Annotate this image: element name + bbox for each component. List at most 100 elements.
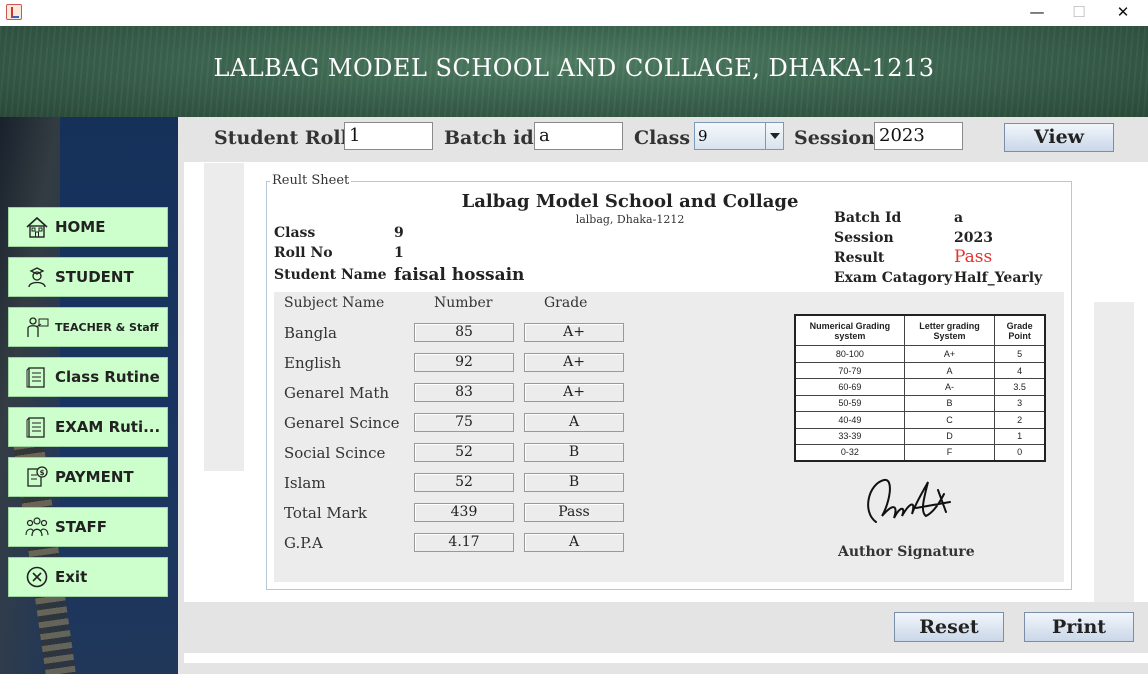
exam-routine-icon [23, 413, 51, 441]
student-name-label: Student Name [274, 267, 387, 283]
grading-cell: 70-79 [794, 361, 905, 380]
sidebar-item-teacher-staff[interactable]: TEACHER & Staff [8, 307, 168, 347]
table-row: 50-59 B 3 [794, 394, 1046, 413]
subject-number: 85 [414, 323, 514, 342]
subject-name-header: Subject Name [284, 295, 385, 311]
subject-grade: A [524, 413, 624, 432]
batch-info-value: a [954, 210, 964, 226]
table-row: 70-79 A 4 [794, 361, 1046, 380]
table-row: 40-49 C 2 [794, 411, 1046, 429]
subject-number: 52 [414, 473, 514, 492]
sidebar-item-class-routine[interactable]: Class Rutine [8, 357, 168, 397]
minimize-button[interactable]: — [1014, 0, 1060, 26]
grading-cell: D [903, 427, 996, 445]
grading-cell: 3.5 [994, 378, 1046, 396]
session-info-label: Session [834, 230, 894, 246]
total-result-value: Pass [524, 503, 624, 522]
subject-number: 52 [414, 443, 514, 462]
subject-name: Genarel Math [284, 384, 390, 402]
grading-cell: F [903, 443, 996, 462]
grading-cell: B [903, 394, 996, 413]
grading-cell: 2 [994, 411, 1046, 429]
subject-number: 92 [414, 353, 514, 372]
subject-grade: B [524, 443, 624, 462]
sidebar-item-label: Exit [55, 568, 88, 586]
banner-title: LALBAG MODEL SCHOOL AND COLLAGE, DHAKA-1… [213, 54, 935, 82]
gpa-label: G.P.A [284, 534, 323, 552]
sidebar-item-label: STAFF [55, 518, 107, 536]
subject-name: Social Scince [284, 444, 386, 462]
session-info-value: 2023 [954, 230, 993, 246]
class-info-value: 9 [394, 225, 404, 241]
session-input[interactable]: 2023 [874, 122, 963, 150]
sidebar-item-label: PAYMENT [55, 468, 134, 486]
grading-cell: A+ [903, 345, 996, 363]
panel-left-gutter [204, 163, 244, 471]
subject-grade: A+ [524, 383, 624, 402]
sidebar-item-exit[interactable]: Exit [8, 557, 168, 597]
routine-icon [23, 363, 51, 391]
sidebar-item-label: Class Rutine [55, 368, 160, 386]
grading-cell: 3 [994, 394, 1046, 413]
sidebar-item-home[interactable]: HOME [8, 207, 168, 247]
table-row: 33-39 D 1 [794, 427, 1046, 445]
class-label: Class [634, 127, 691, 149]
grading-cell: 0 [994, 443, 1046, 462]
panel-bottom-strip [184, 653, 1148, 663]
close-button[interactable]: ✕ [1100, 0, 1146, 26]
grading-cell: 0-32 [794, 443, 905, 462]
sidebar-item-staff[interactable]: STAFF [8, 507, 168, 547]
grading-cell: 60-69 [794, 378, 905, 396]
exam-category-label: Exam Catagory [834, 270, 953, 286]
total-mark-label: Total Mark [284, 504, 367, 522]
print-button[interactable]: Print [1024, 612, 1134, 642]
sidebar-item-label: EXAM Ruti... [55, 418, 161, 436]
grading-cell: 80-100 [794, 345, 905, 363]
grade-header: Grade [544, 295, 588, 311]
view-button[interactable]: View [1004, 123, 1114, 152]
grading-header: Numerical Grading system [794, 314, 905, 347]
sidebar-item-label: STUDENT [55, 268, 134, 286]
result-info-label: Result [834, 250, 885, 266]
search-bar: Student Roll 1 Batch id a Class 9 Sessio… [178, 117, 1148, 161]
subject-name: Bangla [284, 324, 337, 342]
window-titlebar: — ☐ ✕ [0, 0, 1148, 26]
result-status-badge: Pass [954, 247, 993, 267]
close-circle-icon [23, 563, 51, 591]
grading-system-table: Numerical Grading system Letter grading … [794, 314, 1046, 462]
grading-cell: 50-59 [794, 394, 905, 413]
main-content: Student Roll 1 Batch id a Class 9 Sessio… [178, 117, 1148, 674]
subject-grade: B [524, 473, 624, 492]
gpa-grade: A [524, 533, 624, 552]
session-label: Session [794, 127, 875, 149]
subject-name: Islam [284, 474, 326, 492]
sidebar: HOME STUDENT TEACHER & Staff Class Rutin… [0, 117, 178, 674]
chevron-down-icon[interactable] [765, 123, 783, 149]
subject-grade: A+ [524, 323, 624, 342]
grading-cell: 33-39 [794, 427, 905, 445]
sidebar-item-payment[interactable]: $ PAYMENT [8, 457, 168, 497]
table-row: 60-69 A- 3.5 [794, 378, 1046, 396]
batch-info-label: Batch Id [834, 210, 902, 226]
grading-cell: A- [903, 378, 996, 396]
gpa-value: 4.17 [414, 533, 514, 552]
reset-button[interactable]: Reset [894, 612, 1004, 642]
subject-number: 75 [414, 413, 514, 432]
class-select-value: 9 [698, 127, 708, 145]
exam-category-value: Half_Yearly [954, 270, 1043, 286]
sidebar-item-student[interactable]: STUDENT [8, 257, 168, 297]
maximize-button[interactable]: ☐ [1056, 0, 1102, 26]
student-roll-input[interactable]: 1 [344, 122, 433, 150]
sidebar-item-exam-routine[interactable]: EXAM Ruti... [8, 407, 168, 447]
home-icon [23, 213, 51, 241]
grading-cell: 40-49 [794, 411, 905, 429]
batch-id-input[interactable]: a [534, 122, 623, 150]
table-row: 80-100 A+ 5 [794, 345, 1046, 363]
class-select[interactable]: 9 [694, 122, 784, 150]
roll-info-value: 1 [394, 245, 404, 261]
subject-name: English [284, 354, 342, 372]
svg-text:$: $ [40, 469, 45, 477]
teacher-icon [23, 313, 51, 341]
batch-id-label: Batch id [444, 127, 534, 149]
student-roll-label: Student Roll [214, 127, 348, 149]
